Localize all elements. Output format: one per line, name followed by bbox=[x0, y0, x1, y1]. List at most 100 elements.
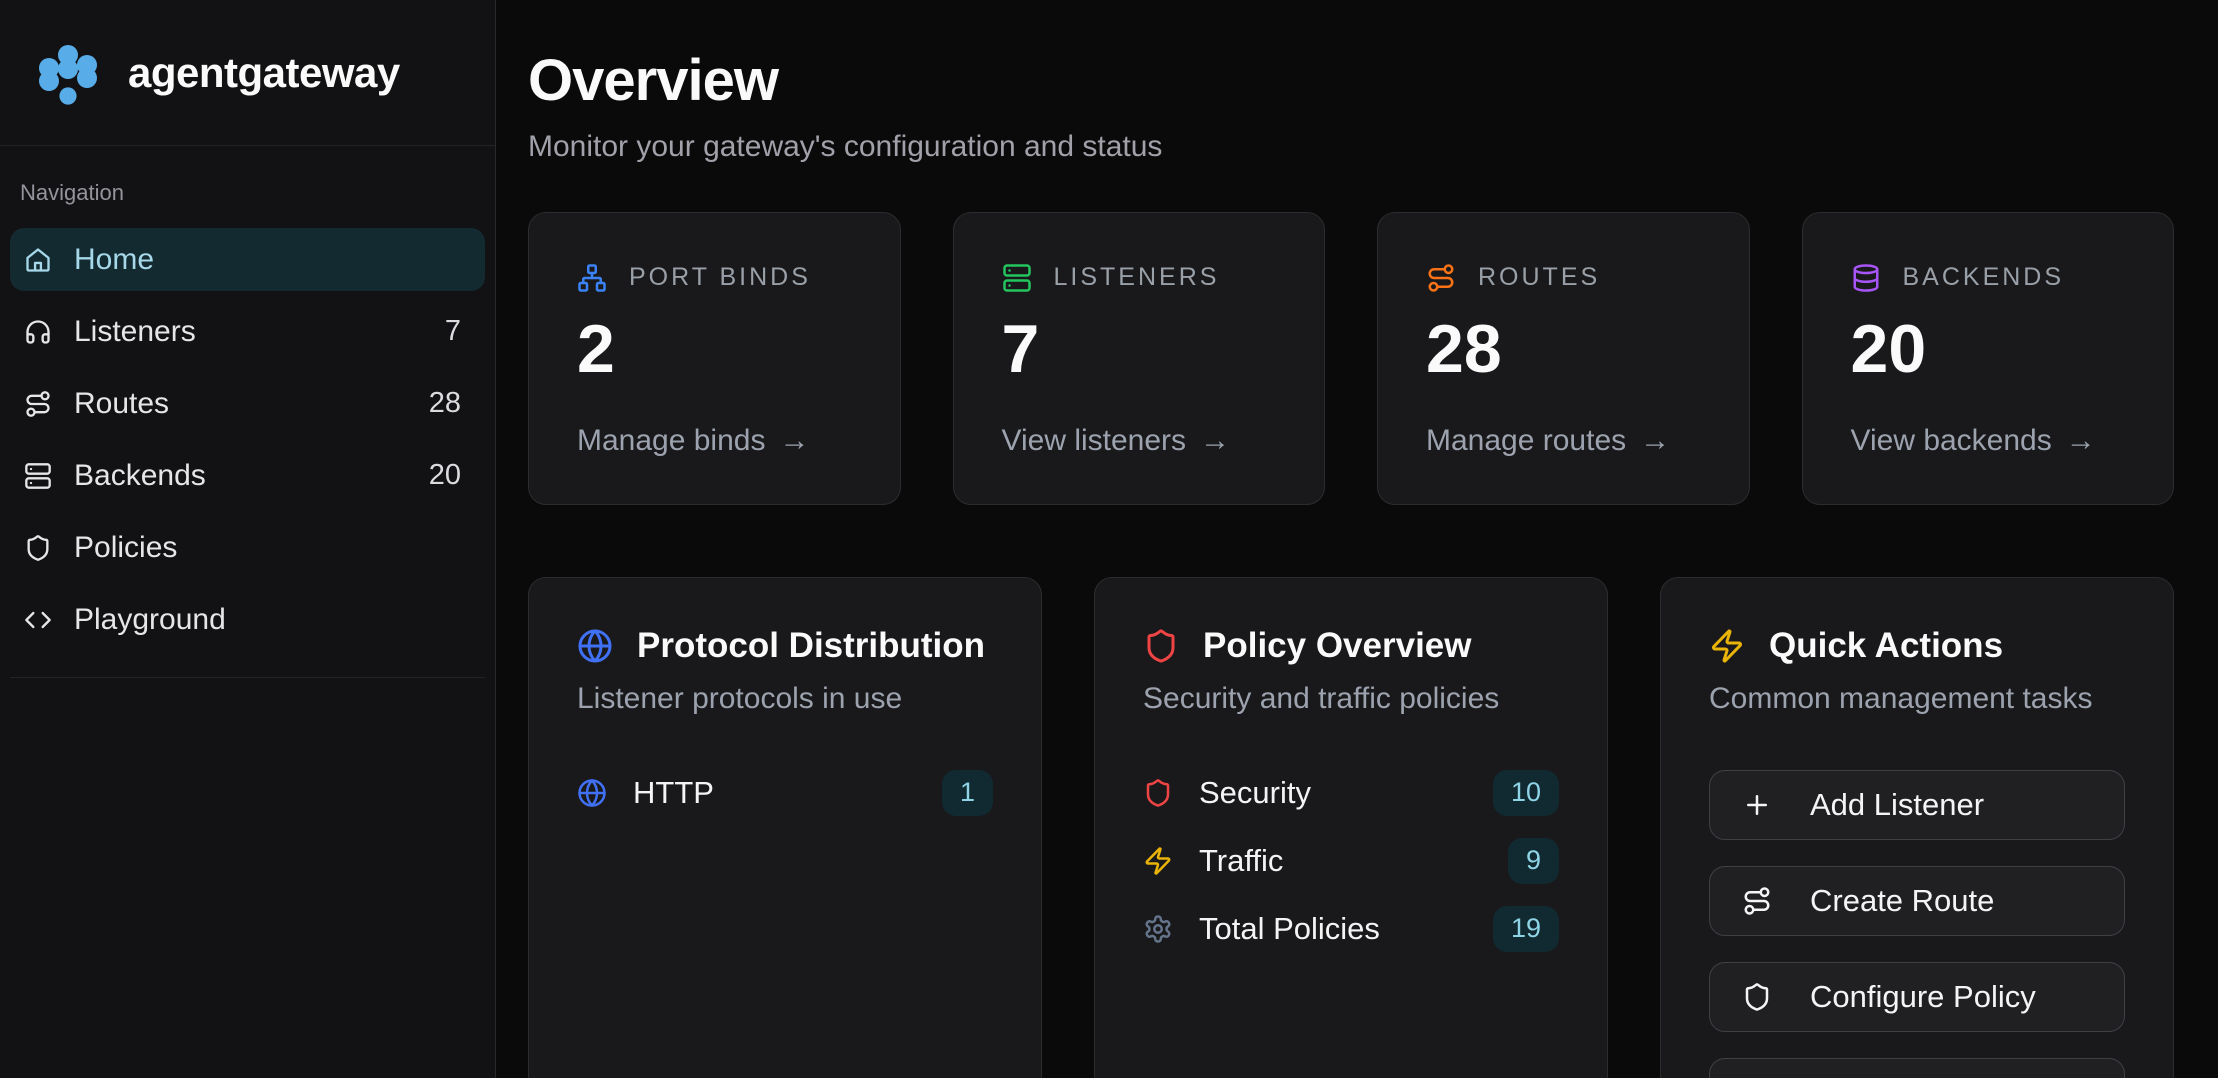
page-subtitle: Monitor your gateway's configuration and… bbox=[528, 130, 2174, 164]
policy-label: Security bbox=[1199, 775, 1311, 811]
main-content: Overview Monitor your gateway's configur… bbox=[496, 0, 2218, 1078]
home-icon bbox=[24, 246, 52, 274]
policy-row-total: Total Policies 19 bbox=[1143, 906, 1559, 952]
sidebar-item-playground[interactable]: Playground bbox=[10, 588, 485, 651]
policy-count-badge: 19 bbox=[1493, 906, 1559, 952]
route-icon bbox=[1742, 886, 1772, 916]
protocol-count-badge: 1 bbox=[942, 770, 993, 816]
globe-icon bbox=[577, 778, 607, 808]
view-listeners-link[interactable]: View listeners → bbox=[1002, 424, 1277, 458]
sidebar-item-label: Listeners bbox=[74, 315, 196, 349]
protocol-label: HTTP bbox=[633, 775, 714, 811]
panel-subtitle: Security and traffic policies bbox=[1143, 682, 1559, 716]
route-icon bbox=[24, 390, 52, 418]
stat-card-backends: BACKENDS 20 View backends → bbox=[1802, 212, 2175, 505]
brand[interactable]: agentgateway bbox=[0, 0, 495, 146]
arrow-right-icon: → bbox=[1200, 424, 1230, 458]
policy-label: Total Policies bbox=[1199, 911, 1380, 947]
plus-icon bbox=[1742, 790, 1772, 820]
route-icon bbox=[1426, 263, 1456, 293]
brand-name: agentgateway bbox=[128, 49, 400, 97]
stat-label: BACKENDS bbox=[1903, 263, 2065, 292]
manage-routes-link[interactable]: Manage routes → bbox=[1426, 424, 1701, 458]
policy-overview-card: Policy Overview Security and traffic pol… bbox=[1094, 577, 1608, 1078]
protocol-distribution-card: Protocol Distribution Listener protocols… bbox=[528, 577, 1042, 1078]
sidebar-item-label: Home bbox=[74, 243, 154, 277]
protocol-row-http: HTTP 1 bbox=[577, 770, 993, 816]
nav-divider bbox=[10, 677, 485, 678]
gear-icon bbox=[1143, 914, 1173, 944]
sidebar-item-count: 28 bbox=[429, 387, 461, 420]
stat-link-label: Manage routes bbox=[1426, 424, 1626, 458]
server-icon bbox=[1002, 263, 1032, 293]
sidebar-item-backends[interactable]: Backends 20 bbox=[10, 444, 485, 507]
nav-section-label: Navigation bbox=[20, 180, 485, 206]
sidebar-item-label: Playground bbox=[74, 603, 226, 637]
panels-row: Protocol Distribution Listener protocols… bbox=[528, 577, 2174, 1078]
sidebar-item-routes[interactable]: Routes 28 bbox=[10, 372, 485, 435]
manage-binds-link[interactable]: Manage binds → bbox=[577, 424, 852, 458]
stat-value: 2 bbox=[577, 315, 852, 383]
headphones-icon bbox=[24, 318, 52, 346]
policy-count-badge: 9 bbox=[1508, 838, 1559, 884]
view-backends-link[interactable]: View backends → bbox=[1851, 424, 2126, 458]
policy-row-security: Security 10 bbox=[1143, 770, 1559, 816]
stat-label: ROUTES bbox=[1478, 263, 1600, 292]
stat-value: 7 bbox=[1002, 315, 1277, 383]
quick-action-label: Add Listener bbox=[1810, 787, 1984, 823]
stat-value: 28 bbox=[1426, 315, 1701, 383]
panel-title: Policy Overview bbox=[1203, 626, 1471, 666]
stat-card-routes: ROUTES 28 Manage routes → bbox=[1377, 212, 1750, 505]
quick-actions-card: Quick Actions Common management tasks Ad… bbox=[1660, 577, 2174, 1078]
network-icon bbox=[577, 263, 607, 293]
shield-icon bbox=[1143, 628, 1179, 664]
shield-icon bbox=[1742, 982, 1772, 1012]
stat-link-label: View listeners bbox=[1002, 424, 1187, 458]
sidebar-item-listeners[interactable]: Listeners 7 bbox=[10, 300, 485, 363]
stat-card-listeners: LISTENERS 7 View listeners → bbox=[953, 212, 1326, 505]
agentgateway-logo-icon bbox=[28, 33, 108, 113]
stat-value: 20 bbox=[1851, 315, 2126, 383]
create-route-button[interactable]: Create Route bbox=[1709, 866, 2125, 936]
arrow-right-icon: → bbox=[779, 424, 809, 458]
zap-icon bbox=[1143, 846, 1173, 876]
database-icon bbox=[1851, 263, 1881, 293]
quick-action-button-4[interactable] bbox=[1709, 1058, 2125, 1078]
stat-label: LISTENERS bbox=[1054, 263, 1220, 292]
nav: Navigation Home Listeners 7 Routes 28 Ba… bbox=[0, 146, 495, 678]
sidebar-item-count: 20 bbox=[429, 459, 461, 492]
policy-label: Traffic bbox=[1199, 843, 1283, 879]
stat-link-label: Manage binds bbox=[577, 424, 765, 458]
globe-icon bbox=[577, 628, 613, 664]
shield-icon bbox=[24, 534, 52, 562]
policy-row-traffic: Traffic 9 bbox=[1143, 838, 1559, 884]
panel-title: Protocol Distribution bbox=[637, 626, 985, 666]
sidebar-item-home[interactable]: Home bbox=[10, 228, 485, 291]
panel-title: Quick Actions bbox=[1769, 626, 2003, 666]
sidebar-item-policies[interactable]: Policies bbox=[10, 516, 485, 579]
quick-action-label: Create Route bbox=[1810, 883, 1994, 919]
stat-label: PORT BINDS bbox=[629, 263, 811, 292]
shield-icon bbox=[1143, 778, 1173, 808]
stat-card-port-binds: PORT BINDS 2 Manage binds → bbox=[528, 212, 901, 505]
code-icon bbox=[24, 606, 52, 634]
sidebar-item-label: Backends bbox=[74, 459, 206, 493]
stat-link-label: View backends bbox=[1851, 424, 2052, 458]
sidebar-item-label: Policies bbox=[74, 531, 177, 565]
add-listener-button[interactable]: Add Listener bbox=[1709, 770, 2125, 840]
panel-subtitle: Common management tasks bbox=[1709, 682, 2125, 716]
arrow-right-icon: → bbox=[2066, 424, 2096, 458]
policy-count-badge: 10 bbox=[1493, 770, 1559, 816]
sidebar-item-label: Routes bbox=[74, 387, 169, 421]
page-title: Overview bbox=[528, 46, 2174, 116]
panel-subtitle: Listener protocols in use bbox=[577, 682, 993, 716]
arrow-right-icon: → bbox=[1640, 424, 1670, 458]
stats-row: PORT BINDS 2 Manage binds → LISTENERS 7 … bbox=[528, 212, 2174, 505]
quick-action-label: Configure Policy bbox=[1810, 979, 2036, 1015]
app-root: agentgateway Navigation Home Listeners 7… bbox=[0, 0, 2218, 1078]
sidebar-item-count: 7 bbox=[445, 315, 461, 348]
configure-policy-button[interactable]: Configure Policy bbox=[1709, 962, 2125, 1032]
server-icon bbox=[24, 462, 52, 490]
sidebar: agentgateway Navigation Home Listeners 7… bbox=[0, 0, 496, 1078]
zap-icon bbox=[1709, 628, 1745, 664]
